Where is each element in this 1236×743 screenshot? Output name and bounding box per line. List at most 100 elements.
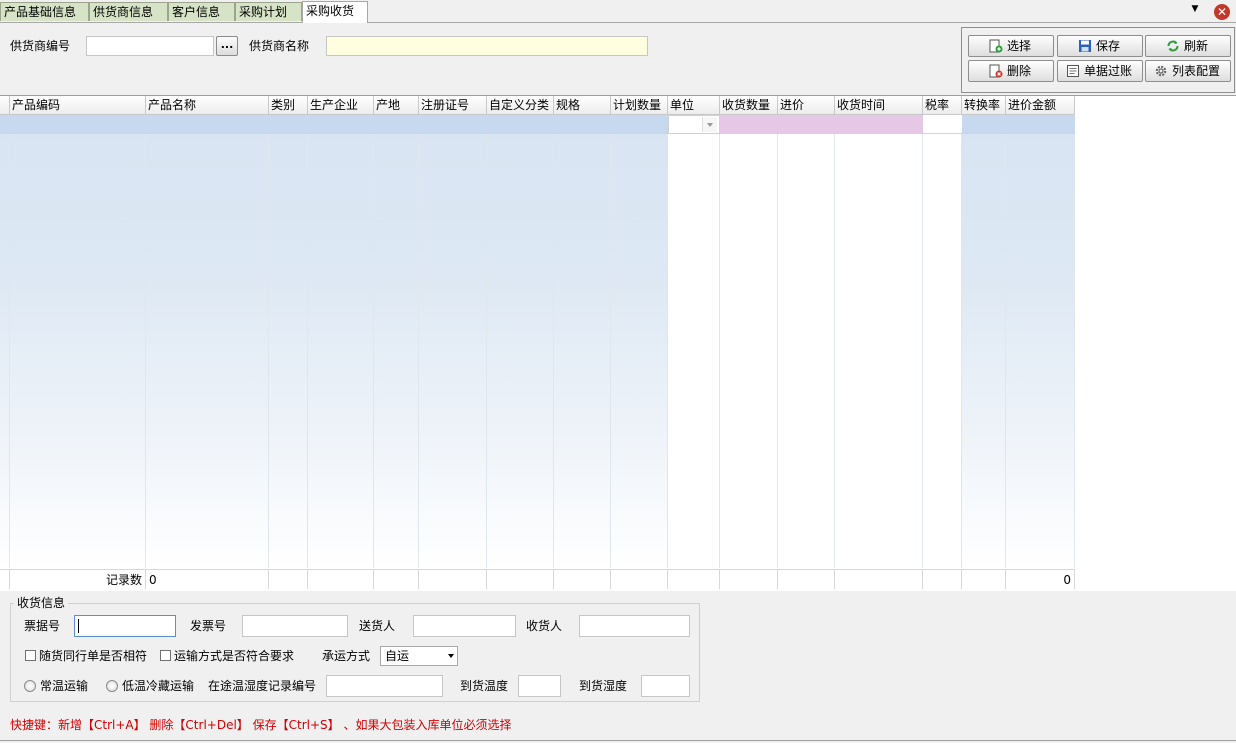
footer-cell [778, 569, 835, 589]
column-header[interactable]: 税率 [923, 96, 962, 115]
amount-total-value: 0 [1006, 569, 1075, 589]
tab-label: 采购收货 [306, 4, 355, 18]
tab-label: 采购计划 [239, 5, 288, 19]
cold-chain-radio[interactable] [106, 680, 118, 692]
footer-cell [720, 569, 778, 589]
doc-match-checkbox[interactable] [25, 650, 36, 661]
footer-cell [668, 569, 720, 589]
ticket-no-label: 票据号 [24, 619, 61, 633]
tab-label: 产品基础信息 [4, 5, 77, 19]
receiver-label: 收货人 [526, 619, 563, 633]
transport-ok-label: 运输方式是否符合要求 [174, 649, 295, 663]
deliverer-input[interactable] [413, 615, 516, 637]
delete-doc-icon [989, 64, 1003, 78]
grid-column [835, 115, 923, 568]
tab-label: 供货商信息 [93, 5, 154, 19]
post-document-button[interactable]: 单据过账 [1057, 60, 1143, 82]
column-config-button-label: 列表配置 [1172, 64, 1221, 78]
column-header[interactable]: 注册证号 [419, 96, 487, 115]
column-header[interactable]: 单位 [668, 96, 720, 115]
ledger-icon [1067, 65, 1079, 77]
doc-match-label: 随货同行单是否相符 [39, 649, 148, 663]
refresh-icon [1167, 40, 1179, 52]
supplier-code-label: 供货商编号 [10, 39, 71, 53]
tab-list-dropdown-icon[interactable]: ▼ [1186, 2, 1204, 16]
grid-column [668, 115, 720, 568]
toolbar-panel: 选择 保存 刷新 删除 单据过账 列表配置 [961, 27, 1235, 93]
delete-button[interactable]: 删除 [968, 60, 1054, 82]
select-doc-icon [989, 39, 1003, 53]
grid-column [1006, 115, 1075, 568]
column-header[interactable]: 类别 [269, 96, 308, 115]
column-header[interactable]: 产品名称 [146, 96, 269, 115]
supplier-name-input[interactable] [326, 36, 648, 56]
tab-purchase-plan[interactable]: 采购计划 [235, 2, 302, 21]
tab-purchase-receive[interactable]: 采购收货 [302, 1, 368, 23]
grid-column [554, 115, 611, 568]
normal-temp-label: 常温运输 [40, 679, 89, 693]
tab-supplier-info[interactable]: 供货商信息 [89, 2, 168, 21]
temp-record-input[interactable] [326, 675, 443, 697]
grid-column [962, 115, 1006, 568]
refresh-button[interactable]: 刷新 [1145, 35, 1231, 57]
carrier-label: 承运方式 [322, 649, 371, 663]
grid-column [419, 115, 487, 568]
supplier-name-label: 供货商名称 [249, 39, 310, 53]
tab-product-info[interactable]: 产品基础信息 [0, 2, 89, 21]
grid-column [269, 115, 308, 568]
table-row-cell[interactable] [923, 115, 962, 134]
footer-cell [962, 569, 1006, 589]
supplier-code-input[interactable] [86, 36, 214, 56]
column-header[interactable]: 规格 [554, 96, 611, 115]
column-header[interactable]: 进价 [778, 96, 835, 115]
close-icon[interactable]: ✕ [1214, 4, 1230, 20]
unit-dropdown[interactable] [668, 115, 720, 134]
receive-grid[interactable]: 产品编码 产品名称 类别 生产企业 产地 注册证号 自定义分类 规格 计划数量 … [0, 95, 1236, 591]
column-header[interactable]: 产地 [374, 96, 419, 115]
transport-ok-checkbox[interactable] [160, 650, 171, 661]
cold-chain-label: 低温冷藏运输 [122, 679, 195, 693]
chevron-down-icon[interactable] [702, 117, 717, 132]
footer-cell [419, 569, 487, 589]
column-header[interactable]: 收货数量 [720, 96, 778, 115]
arrival-temp-label: 到货温度 [460, 679, 509, 693]
save-button[interactable]: 保存 [1057, 35, 1143, 57]
column-header[interactable]: 产品编码 [10, 96, 146, 115]
tab-customer-info[interactable]: 客户信息 [168, 2, 235, 21]
grid-column [10, 115, 146, 568]
column-config-button[interactable]: 列表配置 [1145, 60, 1231, 82]
record-count-value: 0 [146, 569, 269, 589]
grid-column [308, 115, 374, 568]
select-button[interactable]: 选择 [968, 35, 1054, 57]
carrier-select[interactable]: 自运 [380, 646, 458, 666]
grid-column [146, 115, 269, 568]
normal-temp-radio[interactable] [24, 680, 36, 692]
ticket-no-input[interactable] [74, 615, 176, 637]
grid-column [487, 115, 554, 568]
arrival-humidity-input[interactable] [641, 675, 690, 697]
column-header[interactable]: 进价金额 [1006, 96, 1075, 115]
arrival-temp-input[interactable] [518, 675, 561, 697]
carrier-select-value: 自运 [385, 649, 410, 663]
table-row[interactable] [962, 115, 1075, 134]
refresh-button-label: 刷新 [1184, 39, 1209, 53]
tab-bar: 产品基础信息 供货商信息 客户信息 采购计划 采购收货 [0, 0, 1236, 23]
receiver-input[interactable] [579, 615, 690, 637]
column-header[interactable]: 收货时间 [835, 96, 923, 115]
floppy-disk-icon [1079, 40, 1091, 52]
browse-supplier-button[interactable]: ... [216, 36, 238, 56]
grid-column [374, 115, 419, 568]
footer-cell [835, 569, 923, 589]
invoice-no-label: 发票号 [190, 619, 227, 633]
shortcut-hint: 快捷键：新增【Ctrl+A】 删除【Ctrl+Del】 保存【Ctrl+S】 、… [10, 718, 512, 732]
column-header[interactable]: 转换率 [962, 96, 1006, 115]
column-header[interactable]: 自定义分类 [487, 96, 554, 115]
select-button-label: 选择 [1007, 39, 1032, 53]
post-document-button-label: 单据过账 [1084, 64, 1133, 78]
column-header[interactable]: 生产企业 [308, 96, 374, 115]
table-row-editable[interactable] [720, 115, 923, 134]
invoice-no-input[interactable] [242, 615, 348, 637]
column-header[interactable]: 计划数量 [611, 96, 668, 115]
footer-cell [308, 569, 374, 589]
table-row[interactable] [0, 115, 668, 134]
